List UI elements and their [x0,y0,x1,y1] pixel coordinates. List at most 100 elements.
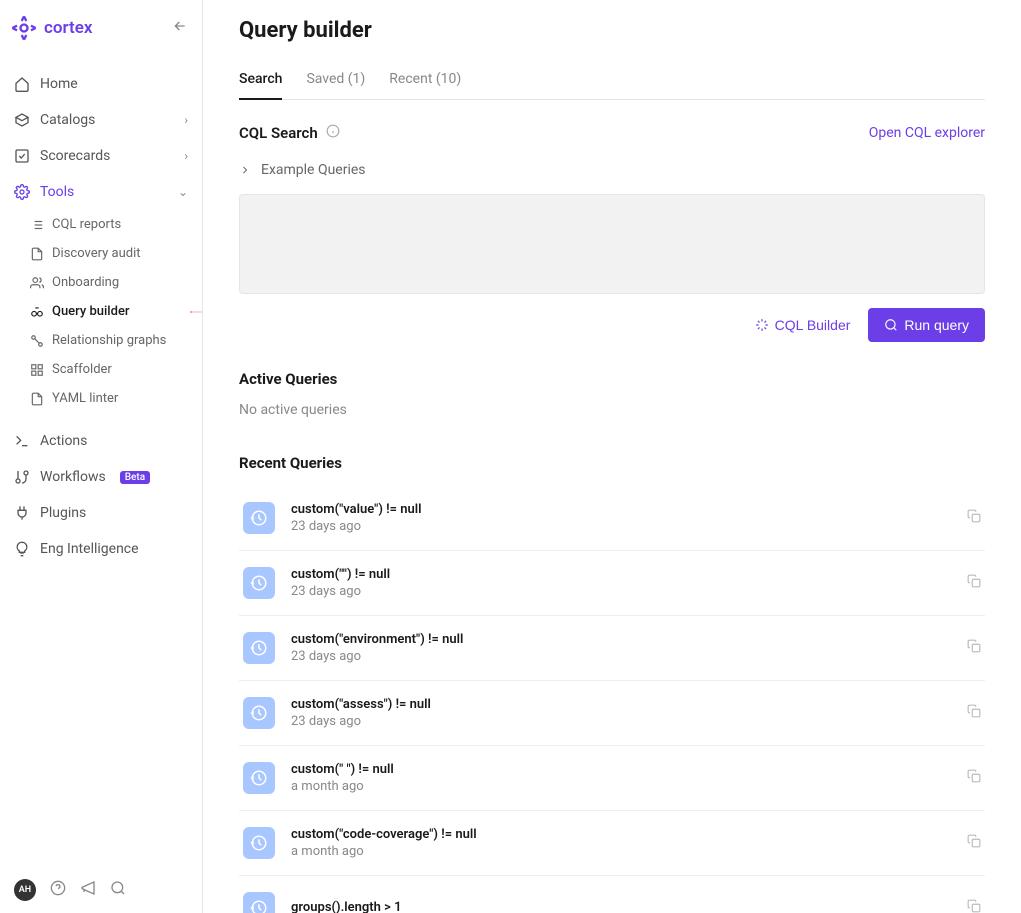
query-info: custom(" ") != nulla month ago [291,762,951,794]
search-icon [884,318,898,332]
nav-label: Workflows [40,469,106,485]
nav-actions[interactable]: Actions [0,423,202,459]
file-icon [30,392,44,406]
announce-icon[interactable] [80,880,96,900]
nav-home[interactable]: Home [0,66,202,102]
sub-label: Query builder [52,304,130,319]
history-icon [243,632,275,664]
sub-label: CQL reports [52,217,121,232]
query-info: custom("code-coverage") != null a month a… [291,827,951,859]
sub-scaffolder[interactable]: Scaffolder [0,355,202,384]
info-icon[interactable] [326,124,340,142]
query-text: custom("value") != null [291,502,951,517]
recent-query-row[interactable]: groups().length > 1 [239,876,985,913]
query-text: custom("code-coverage") != null [291,827,951,842]
users-icon [30,276,44,290]
nav-tools[interactable]: Tools ⌄ [0,174,202,210]
sub-query-builder[interactable]: Query builder [0,297,202,326]
nav-plugins[interactable]: Plugins [0,495,202,531]
bulb-icon [14,541,30,557]
query-text: custom("environment") != null [291,632,951,647]
run-query-button[interactable]: Run query [868,308,985,342]
query-time: 23 days ago [291,584,951,599]
history-icon [243,502,275,534]
tabs: Search Saved (1) Recent (10) [239,71,985,100]
brand-text: cortex [44,18,92,38]
nav-catalogs[interactable]: Catalogs › [0,102,202,138]
sub-cql-reports[interactable]: CQL reports [0,210,202,239]
sub-yaml-linter[interactable]: YAML linter [0,384,202,413]
sub-label: Onboarding [52,275,119,290]
logo[interactable]: cortex [10,14,92,42]
sub-onboarding[interactable]: Onboarding [0,268,202,297]
nav-label: Eng Intelligence [40,541,139,557]
list-icon [30,218,44,232]
nav-label: Actions [40,433,87,449]
query-time: 23 days ago [291,714,951,729]
copy-icon[interactable] [967,834,981,852]
cql-builder-button[interactable]: CQL Builder [755,317,851,333]
nav-label: Tools [40,184,74,200]
recent-query-row[interactable]: custom("value") != null23 days ago [239,486,985,551]
home-icon [14,76,30,92]
nav-eng-intelligence[interactable]: Eng Intelligence [0,531,202,567]
copy-icon[interactable] [967,704,981,722]
history-icon [243,827,275,859]
no-active-text: No active queries [239,402,985,418]
recent-query-row[interactable]: custom("assess") != null 23 days ago [239,681,985,746]
history-icon [243,762,275,794]
example-queries-toggle[interactable]: Example Queries [239,158,985,182]
query-text: custom(" ") != null [291,762,951,777]
arrow-annotation-icon [190,305,202,319]
nav-label: Catalogs [40,112,95,128]
tab-recent[interactable]: Recent (10) [389,71,461,99]
query-info: custom("assess") != null 23 days ago [291,697,951,729]
nav-scorecards[interactable]: Scorecards › [0,138,202,174]
nav-workflows[interactable]: Workflows Beta [0,459,202,495]
main-content: Query builder Search Saved (1) Recent (1… [203,0,1021,913]
help-icon[interactable] [50,880,66,900]
query-info: custom("environment") != null 23 days ago [291,632,951,664]
cql-search-label: CQL Search [239,124,340,142]
copy-icon[interactable] [967,509,981,527]
history-icon [243,567,275,599]
query-text: custom("assess") != null [291,697,951,712]
recent-query-list: custom("value") != null23 days agocustom… [239,486,985,913]
recent-query-row[interactable]: custom("environment") != null 23 days ago [239,616,985,681]
sub-label: Relationship graphs [52,333,166,348]
query-time: a month ago [291,844,951,859]
check-square-icon [14,148,30,164]
copy-icon[interactable] [967,639,981,657]
collapse-sidebar-icon[interactable] [172,18,188,38]
tab-search[interactable]: Search [239,71,282,99]
nav-label: Home [40,76,78,92]
query-text: custom("") != null [291,567,951,582]
query-time: 23 days ago [291,649,951,664]
sub-label: Discovery audit [52,246,141,261]
query-input[interactable] [239,194,985,294]
nav-label: Plugins [40,505,86,521]
workflow-icon [14,469,30,485]
sub-relationship-graphs[interactable]: Relationship graphs [0,326,202,355]
user-avatar[interactable]: AH [14,879,36,901]
tab-saved[interactable]: Saved (1) [306,71,365,99]
copy-icon[interactable] [967,899,981,913]
primary-nav: Home Catalogs › Scorecards › Tools ⌄ C [0,56,202,867]
graph-icon [30,334,44,348]
copy-icon[interactable] [967,574,981,592]
query-info: custom("") != null 23 days ago [291,567,951,599]
chevron-down-icon: ⌄ [178,185,188,199]
recent-query-row[interactable]: custom("") != null 23 days ago [239,551,985,616]
recent-query-row[interactable]: custom("code-coverage") != null a month a… [239,811,985,876]
file-icon [30,247,44,261]
sub-discovery-audit[interactable]: Discovery audit [0,239,202,268]
recent-query-row[interactable]: custom(" ") != nulla month ago [239,746,985,811]
nav-label: Scorecards [40,148,110,164]
open-cql-explorer-link[interactable]: Open CQL explorer [869,125,985,141]
copy-icon[interactable] [967,769,981,787]
search-icon[interactable] [110,880,126,900]
binoculars-icon [30,305,44,319]
query-info: groups().length > 1 [291,900,951,913]
chevron-right-icon: › [184,113,188,127]
box-icon [14,112,30,128]
